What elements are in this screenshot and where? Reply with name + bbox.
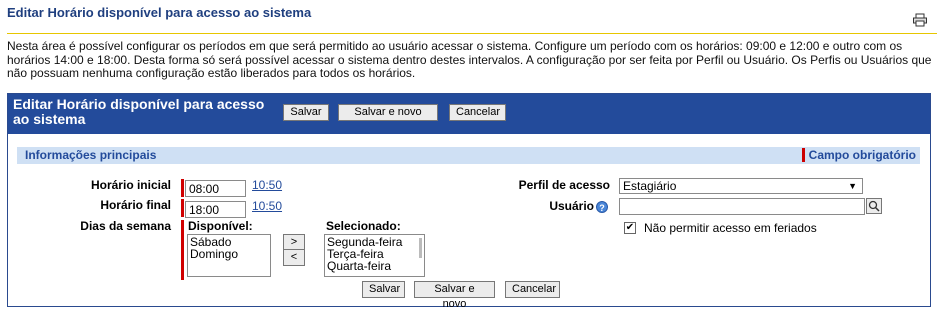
dias-semana-label: Dias da semana [80,219,171,233]
page-title: Editar Horário disponível para acesso ao… [7,5,312,20]
save-button[interactable]: Salvar [283,104,329,121]
list-item[interactable]: Quarta-feira [327,260,422,272]
form-panel: Editar Horário disponível para acesso ao… [7,93,931,310]
horario-final-link[interactable]: 10:50 [252,199,282,213]
remove-day-button[interactable]: < [283,249,305,266]
horario-inicial-label: Horário inicial [90,178,171,192]
printer-icon[interactable] [912,13,928,27]
title-divider [7,33,937,34]
save-button-bottom[interactable]: Salvar [362,281,405,298]
section-header: Informações principais Campo obrigatório [17,147,920,164]
horario-final-input[interactable] [185,201,246,218]
perfil-acesso-value: Estagiário [623,179,677,193]
required-marker [181,220,184,280]
section-title: Informações principais [25,148,157,162]
list-item[interactable]: Domingo [190,248,268,260]
selected-label: Selecionado: [326,219,401,233]
save-and-new-button[interactable]: Salvar e novo [338,104,438,121]
usuario-label: Usuário [549,199,594,213]
search-icon[interactable] [866,198,882,214]
horario-final-label: Horário final [100,198,171,212]
required-marker [181,199,184,217]
help-icon[interactable]: ? [596,201,608,213]
form-header: Editar Horário disponível para acesso ao… [8,94,930,134]
cancel-button-bottom[interactable]: Cancelar [505,281,560,298]
feriados-checkbox[interactable]: ✔ [624,222,636,234]
available-label: Disponível: [188,219,253,233]
usuario-input[interactable] [619,198,865,215]
required-marker [181,179,184,197]
save-and-new-button-bottom[interactable]: Salvar e novo [414,281,495,310]
feriados-label: Não permitir acesso em feriados [644,221,817,235]
selected-days-list[interactable]: Segunda-feira Terça-feira Quarta-feira [324,234,425,277]
cancel-button[interactable]: Cancelar [449,104,506,121]
form-header-title: Editar Horário disponível para acesso ao… [13,96,265,127]
perfil-acesso-label: Perfil de acesso [518,178,610,192]
perfil-acesso-select[interactable]: Estagiário ▼ [619,178,863,194]
horario-inicial-link[interactable]: 10:50 [252,178,282,192]
horario-inicial-input[interactable] [185,180,246,197]
chevron-down-icon: ▼ [848,181,857,191]
required-legend: Campo obrigatório [801,148,916,162]
intro-text: Nesta área é possível configurar os perí… [7,39,932,81]
available-days-list[interactable]: Sábado Domingo [187,234,271,277]
scrollbar[interactable] [419,238,422,258]
